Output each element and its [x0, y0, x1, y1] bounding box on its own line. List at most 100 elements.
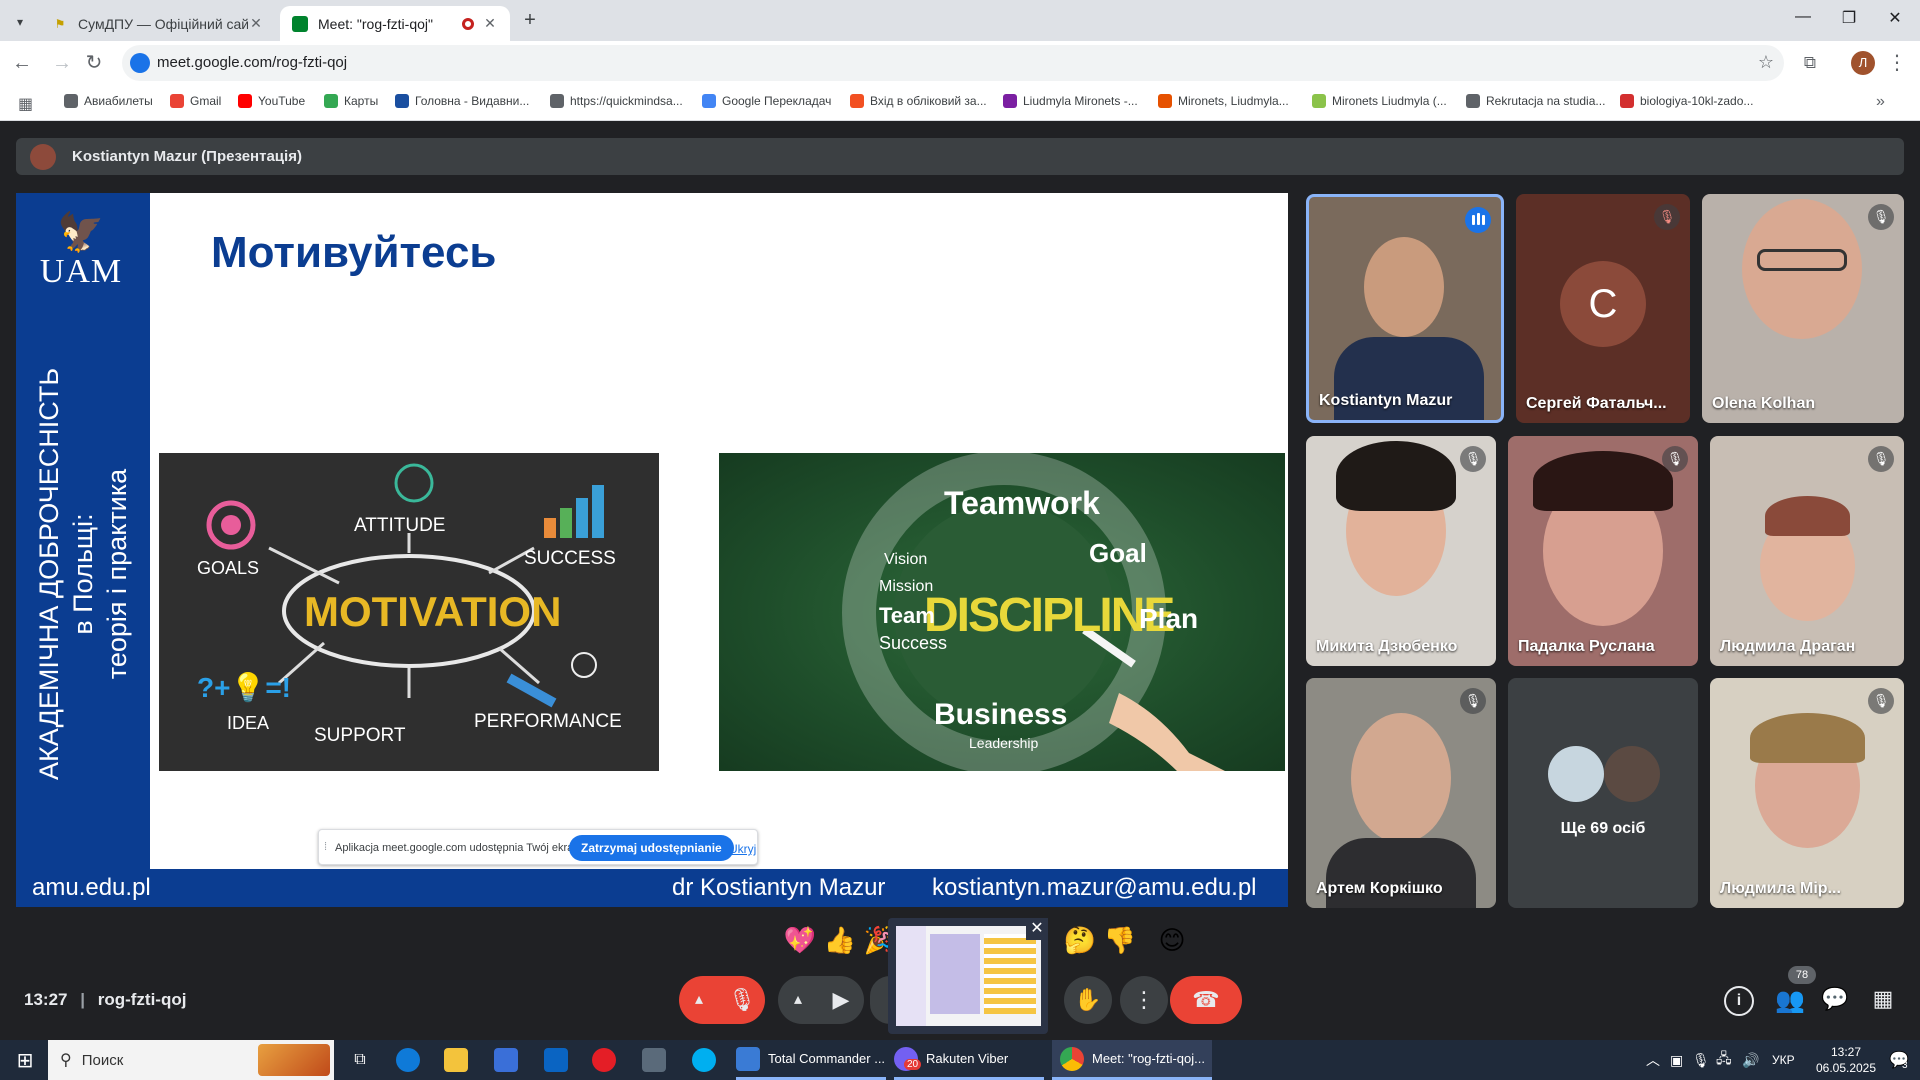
success-word: Success — [879, 633, 948, 653]
meeting-details-icon[interactable]: i — [1724, 986, 1754, 1016]
tab-sumdpu[interactable]: ⚑ СумДПУ — Офіційний сайт Су ✕ — [40, 6, 276, 41]
opera-icon[interactable] — [592, 1040, 616, 1080]
bookmark-item[interactable]: biologiya-10kl-zado... — [1620, 94, 1753, 108]
bookmark-item[interactable]: Google Перекладач — [702, 94, 831, 108]
bookmark-item[interactable]: Карты — [324, 94, 378, 108]
site-info-icon[interactable] — [130, 53, 150, 73]
skype-icon[interactable] — [692, 1040, 716, 1080]
taskbar-clock[interactable]: 13:27 06.05.2025 — [1810, 1040, 1882, 1080]
participant-tile[interactable]: 🎙 Падалка Руслана — [1508, 436, 1698, 666]
globe-icon — [1466, 94, 1480, 108]
chrome-menu-icon[interactable]: ⋮ — [1885, 51, 1909, 75]
extensions-icon[interactable]: ⧉ — [1798, 51, 1822, 75]
participant-tile[interactable]: 🎙 Артем Коркішко — [1306, 678, 1496, 908]
vertical-line-2: в Польщі: — [68, 513, 98, 635]
outlook-icon[interactable] — [544, 1040, 568, 1080]
participant-tile[interactable]: Kostiantyn Mazur — [1306, 194, 1504, 423]
start-button[interactable]: ⊞ — [10, 1040, 40, 1080]
back-button[interactable]: ← — [10, 51, 34, 75]
reload-button[interactable]: ↻ — [82, 51, 106, 75]
more-options-button[interactable]: ⋮ — [1120, 976, 1168, 1024]
tab-meet[interactable]: Meet: "rog-fzti-qoj" ✕ — [280, 6, 510, 41]
participant-tile[interactable]: 🎙 Людмила Мір... — [1710, 678, 1904, 908]
file-explorer-icon[interactable] — [444, 1040, 468, 1080]
bookmark-label: YouTube — [258, 94, 306, 108]
bookmark-item[interactable]: Авиабилеты — [64, 94, 153, 108]
restore-button[interactable]: ❐ — [1826, 8, 1872, 32]
store-icon[interactable] — [494, 1040, 518, 1080]
tab-search-dropdown[interactable]: ▾ — [8, 10, 32, 34]
participant-video — [1533, 451, 1673, 511]
reaction-thinking-button[interactable]: 🤔 — [1060, 920, 1100, 960]
app-label: Meet: "rog-fzti-qoj... — [1092, 1051, 1205, 1066]
close-icon[interactable]: ✕ — [482, 15, 498, 32]
taskbar-app-viber[interactable]: 20 Rakuten Viber — [894, 1040, 1044, 1080]
participant-name: Людмила Драган — [1720, 638, 1856, 655]
close-icon[interactable]: ✕ — [1026, 918, 1048, 940]
close-icon[interactable]: ✕ — [248, 15, 264, 32]
profile-avatar[interactable]: Л — [1851, 51, 1875, 75]
chat-icon[interactable]: 💬 — [1820, 986, 1850, 1016]
bookmark-item[interactable]: Rekrutacja na studia... — [1466, 94, 1605, 108]
show-hidden-icons[interactable]: ︿ — [1646, 1040, 1660, 1080]
stop-sharing-button[interactable]: Zatrzymaj udostępnianie — [569, 835, 734, 861]
participant-tile[interactable]: C 🎙 Сергей Фатальч... — [1516, 194, 1690, 423]
more-bookmarks-icon[interactable]: » — [1876, 93, 1885, 111]
more-vert-icon: ⋮ — [1133, 987, 1155, 1012]
taskbar-app-chrome[interactable]: Meet: "rog-fzti-qoj... — [1052, 1040, 1212, 1080]
reaction-thumbs-up-button[interactable]: 👍 — [820, 920, 860, 960]
more-reactions-button[interactable]: 😊 — [1152, 920, 1192, 960]
participant-tile[interactable]: 🎙 Людмила Драган — [1710, 436, 1904, 666]
reaction-heart-button[interactable]: 💖 — [780, 920, 820, 960]
bookmark-item[interactable]: Liudmyla Mironets -... — [1003, 94, 1138, 108]
edge-icon[interactable] — [396, 1040, 420, 1080]
leave-call-button[interactable]: ☎ — [1170, 976, 1242, 1024]
participant-video — [1750, 713, 1865, 763]
forward-button[interactable]: → — [50, 51, 74, 75]
notifications-icon[interactable]: 💬 3 — [1884, 1040, 1914, 1080]
bookmark-item[interactable]: Головна - Видавни... — [395, 94, 529, 108]
meet-tray-icon[interactable]: ▣ — [1670, 1040, 1683, 1080]
bookmark-item[interactable]: Mironets, Liudmyla... — [1158, 94, 1289, 108]
address-bar[interactable]: meet.google.com/rog-fzti-qoj ☆ — [122, 45, 1784, 81]
activities-icon[interactable]: ▦ — [1868, 986, 1898, 1016]
bookmark-item[interactable]: YouTube — [238, 94, 305, 108]
minimize-button[interactable]: — — [1780, 8, 1826, 32]
bookmark-item[interactable]: Вхід в обліковий за... — [850, 94, 987, 108]
camera-options-button[interactable]: ▴ — [778, 976, 818, 1024]
mic-off-icon: 🎙 — [1654, 204, 1680, 230]
bookmark-star-icon[interactable]: ☆ — [1758, 52, 1774, 73]
toggle-camera-button[interactable]: ▶ — [818, 976, 864, 1024]
calculator-icon[interactable] — [642, 1040, 666, 1080]
network-icon[interactable]: 🖧 — [1716, 1040, 1732, 1080]
others-tile[interactable]: Ще 69 осіб — [1508, 678, 1698, 908]
bookmark-item[interactable]: https://quickmindsa... — [550, 94, 683, 108]
raise-hand-button[interactable]: ✋ — [1064, 976, 1112, 1024]
taskbar-app-total-commander[interactable]: Total Commander ... — [736, 1040, 886, 1080]
people-icon[interactable]: 👥 — [1772, 986, 1808, 1016]
total-commander-icon — [736, 1046, 760, 1071]
participant-tile[interactable]: 🎙 Olena Kolhan — [1702, 194, 1904, 423]
participant-tile[interactable]: 🎙 Микита Дзюбенко — [1306, 436, 1496, 666]
language-indicator[interactable]: УКР — [1772, 1040, 1795, 1080]
search-highlight-image — [258, 1044, 330, 1076]
apps-grid-icon[interactable]: ▦ — [18, 94, 33, 114]
microphone-tray-icon[interactable]: 🎙 — [1692, 1040, 1710, 1080]
bookmark-item[interactable]: Mironets Liudmyla (... — [1312, 94, 1447, 108]
taskbar-search[interactable]: ⚲ Поиск — [48, 1040, 334, 1080]
mic-off-icon: 🎙 — [1868, 446, 1894, 472]
close-window-button[interactable]: ✕ — [1872, 8, 1918, 32]
new-tab-button[interactable]: + — [518, 8, 542, 32]
task-view-icon[interactable]: ⧉ — [348, 1040, 372, 1080]
hide-notice-link[interactable]: Ukryj — [729, 842, 756, 856]
bookmarks-bar: ▦ Авиабилеты Gmail YouTube Карты Головна… — [0, 85, 1920, 121]
bookmark-item[interactable]: Gmail — [170, 94, 221, 108]
preview-sidebar — [896, 926, 926, 1026]
mic-options-button[interactable]: ▴ — [679, 976, 719, 1024]
drag-handle-icon[interactable]: ⁞ — [324, 841, 327, 853]
windows-taskbar: ⊞ ⚲ Поиск ⧉ Total Commander ... 20 Rakut… — [0, 1040, 1920, 1080]
toggle-mic-button[interactable]: 🎙 — [719, 976, 765, 1024]
window-preview-thumbnail[interactable]: ✕ — [888, 918, 1048, 1034]
reaction-thumbs-down-button[interactable]: 👎 — [1100, 920, 1140, 960]
volume-icon[interactable]: 🔊 — [1742, 1040, 1759, 1080]
